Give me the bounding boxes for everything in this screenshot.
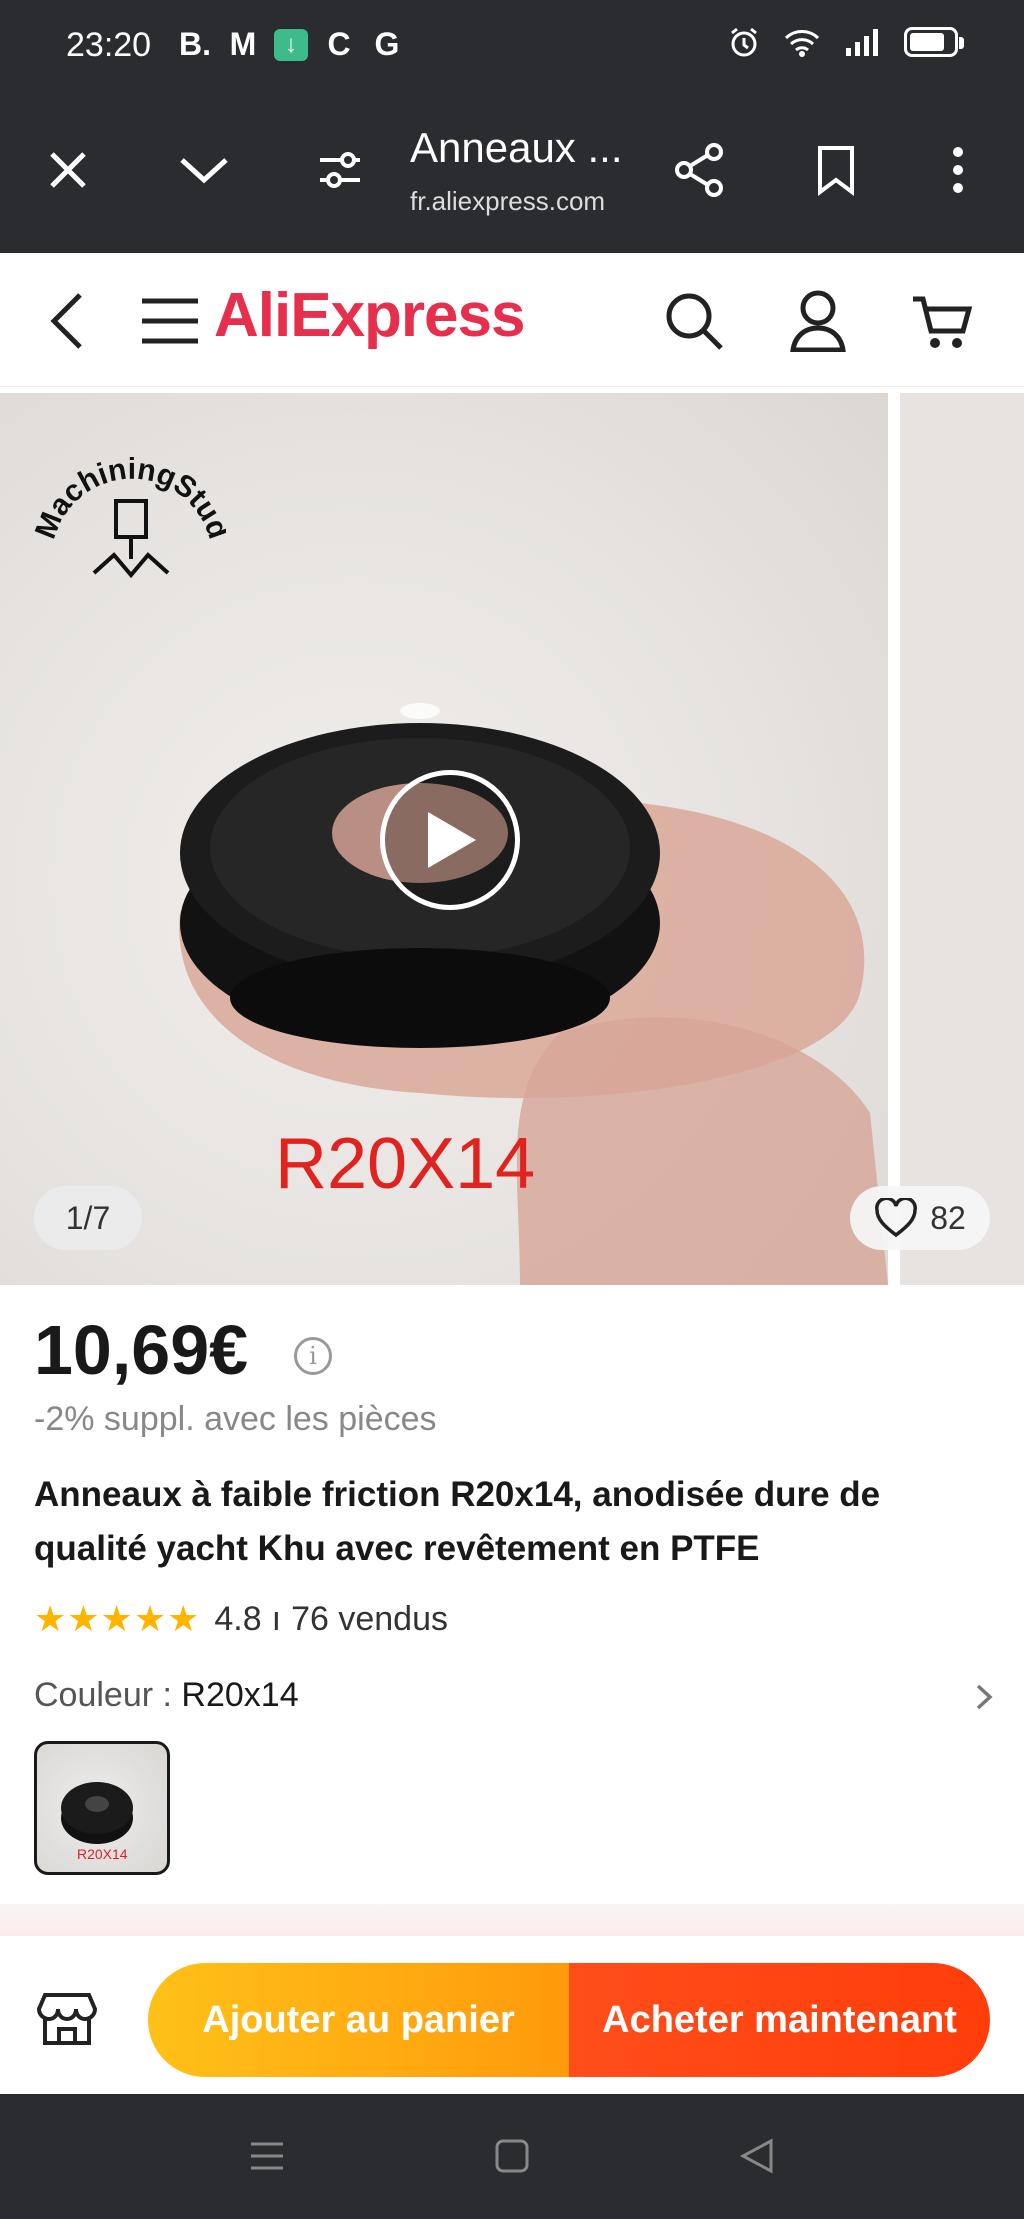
store-icon[interactable] — [34, 1986, 100, 2052]
alarm-icon — [731, 27, 757, 57]
variant-thumbnail[interactable]: R20X14 — [34, 1741, 170, 1875]
search-icon[interactable] — [660, 287, 728, 355]
site-settings-icon[interactable] — [308, 138, 372, 202]
battery-icon — [904, 27, 964, 57]
product-price: 10,69€ — [34, 1311, 249, 1389]
site-header: AliExpress — [0, 253, 1024, 387]
wishlist-count: 82 — [930, 1199, 966, 1236]
status-bar: 23:20 B. M ↓ C G — [0, 0, 1024, 90]
chevron-down-icon[interactable] — [172, 138, 236, 202]
section-divider — [0, 1904, 1024, 1936]
cart-icon[interactable] — [908, 287, 976, 355]
app-c-icon: C — [327, 26, 351, 62]
status-app-icons: B. M ↓ C G — [178, 26, 404, 63]
download-icon: ↓ — [274, 28, 308, 61]
color-label: Couleur : — [34, 1676, 182, 1714]
back-nav-icon[interactable] — [733, 2132, 781, 2180]
browser-toolbar: Anneaux ... fr.aliexpress.com — [0, 90, 1024, 253]
bookmark-icon[interactable] — [804, 138, 868, 202]
sold-count: 76 vendus — [291, 1599, 448, 1638]
video-label: R20X14 — [275, 1124, 536, 1204]
more-options-icon[interactable] — [926, 138, 990, 202]
product-title: Anneaux à faible friction R20x14, anodis… — [34, 1475, 881, 1568]
image-counter: 1/7 — [34, 1186, 142, 1250]
page-url[interactable]: fr.aliexpress.com — [410, 186, 605, 217]
svg-text:MachiningStudio: MachiningStudio — [34, 431, 226, 543]
gmail-icon: M — [229, 26, 257, 62]
rating-separator: ı — [271, 1599, 282, 1638]
booking-icon: B. — [179, 26, 211, 62]
rating-row[interactable]: ★★★★★ 4.8 ı 76 vendus — [34, 1598, 448, 1640]
price-info-icon[interactable]: i — [294, 1337, 332, 1375]
color-selector[interactable]: Couleur : R20x14 — [34, 1676, 994, 1715]
status-right — [728, 26, 964, 58]
buy-now-button[interactable]: Acheter maintenant — [569, 1963, 990, 2077]
play-icon — [428, 812, 476, 868]
purchase-buttons: Ajouter au panier Acheter maintenant — [148, 1963, 990, 2077]
share-icon[interactable] — [668, 138, 732, 202]
chevron-right-icon — [976, 1684, 993, 1710]
close-icon[interactable] — [36, 138, 100, 202]
brand-watermark: MachiningStudio — [25, 405, 235, 581]
action-bar: Ajouter au panier Acheter maintenant — [0, 1936, 1024, 2094]
image-divider — [888, 393, 900, 1285]
status-time: 23:20 — [66, 26, 152, 64]
signal-icon — [846, 29, 878, 56]
back-icon[interactable] — [34, 287, 102, 355]
color-value: R20x14 — [181, 1676, 299, 1714]
recent-apps-icon[interactable] — [243, 2132, 291, 2180]
rating-value: 4.8 — [214, 1599, 262, 1638]
star-rating-icon: ★★★★★ — [34, 1598, 201, 1639]
page-title: Anneaux ... — [410, 124, 623, 171]
account-icon[interactable] — [784, 287, 852, 355]
wifi-icon — [784, 30, 820, 57]
system-nav-bar — [0, 2094, 1024, 2219]
menu-icon[interactable] — [136, 287, 204, 355]
variant-label: R20X14 — [77, 1846, 128, 1862]
add-to-cart-button[interactable]: Ajouter au panier — [148, 1963, 569, 2077]
home-icon[interactable] — [488, 2132, 536, 2180]
bulk-discount: -2% suppl. avec les pièces — [34, 1400, 437, 1438]
product-gallery[interactable]: MachiningStudio R20X14 1/7 82 — [0, 393, 1024, 1285]
play-button[interactable] — [380, 770, 520, 910]
aliexpress-logo[interactable]: AliExpress — [214, 280, 526, 351]
wishlist-button[interactable]: 82 — [850, 1186, 990, 1250]
heart-icon — [875, 1198, 918, 1238]
next-photo-preview[interactable] — [900, 393, 1024, 1285]
google-icon: G — [374, 26, 400, 62]
